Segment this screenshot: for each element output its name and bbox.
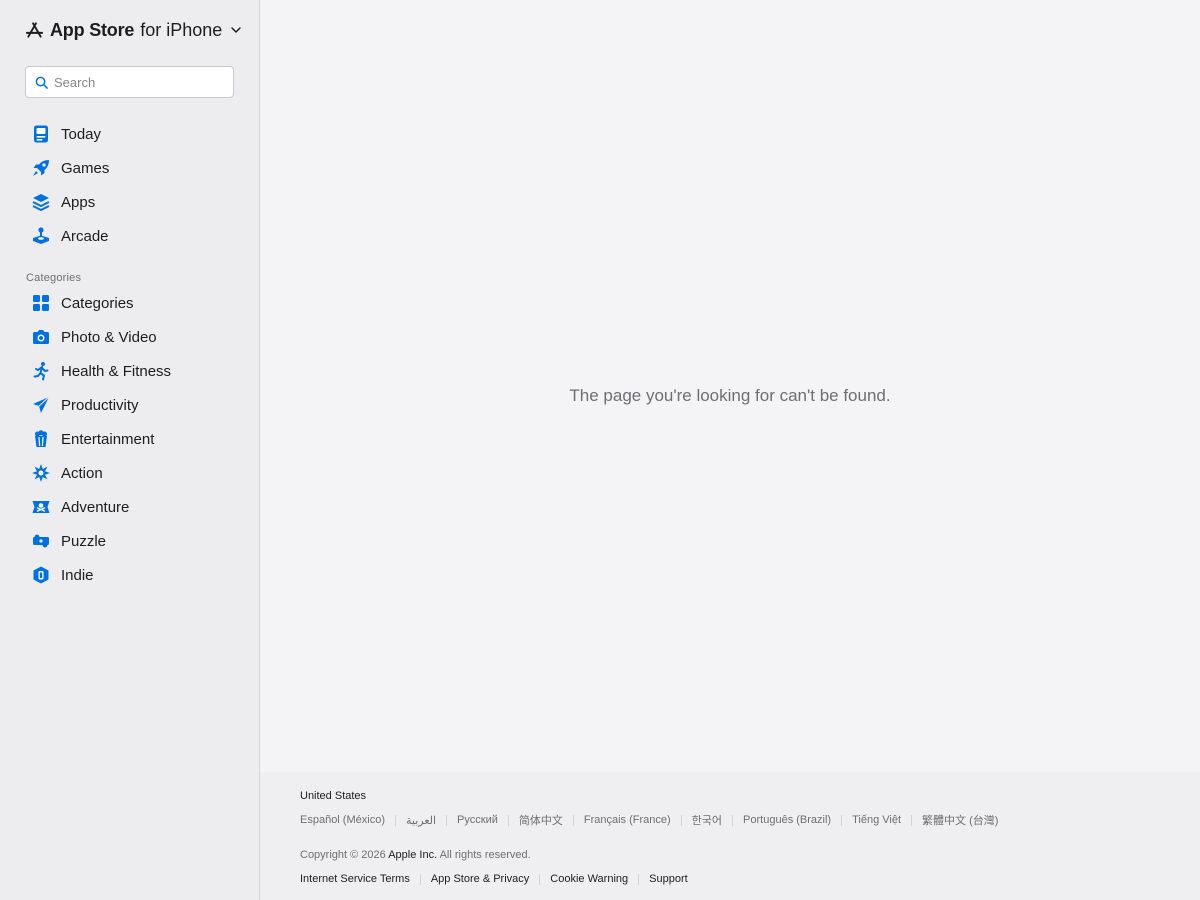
company-link[interactable]: Apple Inc. xyxy=(388,849,437,861)
joystick-icon xyxy=(31,226,51,246)
language-link[interactable]: Português (Brazil) xyxy=(743,814,831,826)
sidebar-item-arcade[interactable]: Arcade xyxy=(25,219,245,253)
sidebar-item-label: Health & Fitness xyxy=(61,362,172,380)
puzzle-piece-icon xyxy=(31,531,51,551)
separator xyxy=(841,814,843,826)
language-link[interactable]: Français (France) xyxy=(584,814,671,826)
app-store-privacy-link[interactable]: App Store & Privacy xyxy=(431,873,529,885)
separator xyxy=(572,814,574,826)
rights-text: All rights reserved. xyxy=(439,849,531,861)
language-link[interactable]: Русский xyxy=(457,814,498,826)
separator xyxy=(446,814,448,826)
camera-icon xyxy=(31,327,51,347)
main-nav: Today Games Apps Arcade xyxy=(25,117,245,253)
brand-name: App Store xyxy=(50,19,135,40)
sidebar-item-today[interactable]: Today xyxy=(25,117,245,151)
grid-icon xyxy=(31,293,51,313)
language-link[interactable]: العربية xyxy=(406,814,436,827)
sidebar-item-puzzle[interactable]: Puzzle xyxy=(25,524,245,558)
country-link[interactable]: United States xyxy=(300,790,366,802)
sidebar-item-label: Categories xyxy=(61,294,134,312)
sidebar-item-label: Today xyxy=(61,125,102,143)
sidebar-item-adventure[interactable]: Adventure xyxy=(25,490,245,524)
separator xyxy=(680,814,682,826)
language-link[interactable]: 繁體中文 (台灣) xyxy=(922,812,998,828)
language-link[interactable]: 简体中文 xyxy=(519,812,563,828)
sidebar-item-label: Entertainment xyxy=(61,430,155,448)
separator xyxy=(539,873,541,885)
sidebar-item-label: Games xyxy=(61,159,110,177)
sidebar-item-label: Adventure xyxy=(61,498,130,516)
rocket-icon xyxy=(31,158,51,178)
app-store-logo-icon xyxy=(25,21,44,38)
separator xyxy=(911,814,913,826)
language-link[interactable]: Español (México) xyxy=(300,814,385,826)
sidebar-item-categories[interactable]: Categories xyxy=(25,286,245,320)
paper-plane-icon xyxy=(31,395,51,415)
sidebar-item-label: Arcade xyxy=(61,227,109,245)
categories-heading: Categories xyxy=(26,272,82,284)
cookie-warning-link[interactable]: Cookie Warning xyxy=(550,873,628,885)
copyright: Copyright © 2026 Apple Inc. All rights r… xyxy=(300,849,531,861)
not-found-message: The page you're looking for can't be fou… xyxy=(569,386,891,405)
popcorn-icon xyxy=(31,429,51,449)
today-icon xyxy=(31,124,51,144)
sidebar-item-label: Puzzle xyxy=(61,532,107,550)
sidebar-item-label: Productivity xyxy=(61,396,139,414)
separator xyxy=(394,814,396,826)
sidebar-item-apps[interactable]: Apps xyxy=(25,185,245,219)
separator xyxy=(507,814,509,826)
footer: United States Español (México) العربية Р… xyxy=(260,772,1200,900)
pirate-flag-icon xyxy=(31,497,51,517)
support-link[interactable]: Support xyxy=(649,873,688,885)
separator xyxy=(732,814,734,826)
sidebar-item-photo-video[interactable]: Photo & Video xyxy=(25,320,245,354)
separator xyxy=(638,873,640,885)
search-box[interactable] xyxy=(25,66,234,98)
sidebar-item-label: Indie xyxy=(61,566,94,584)
burst-icon xyxy=(31,463,51,483)
sidebar-item-games[interactable]: Games xyxy=(25,151,245,185)
sidebar-item-indie[interactable]: Indie xyxy=(25,558,245,592)
platform-label: for iPhone xyxy=(140,19,223,40)
indie-cube-icon xyxy=(31,565,51,585)
sidebar-item-label: Apps xyxy=(61,193,96,211)
sidebar-item-label: Action xyxy=(61,464,103,482)
categories-nav: Categories Photo & Video Health & Fitnes… xyxy=(25,286,245,592)
sidebar-item-health-fitness[interactable]: Health & Fitness xyxy=(25,354,245,388)
legal-links: Internet Service Terms App Store & Priva… xyxy=(300,873,688,885)
search-icon xyxy=(35,76,48,89)
chevron-down-icon xyxy=(231,27,242,33)
copyright-prefix: Copyright © 2026 xyxy=(300,849,386,861)
platform-switcher[interactable]: App Store for iPhone xyxy=(25,18,242,42)
running-figure-icon xyxy=(31,361,51,381)
language-link[interactable]: 한국어 xyxy=(692,812,722,828)
search-input[interactable] xyxy=(54,74,224,90)
internet-service-terms-link[interactable]: Internet Service Terms xyxy=(300,873,410,885)
sidebar-item-entertainment[interactable]: Entertainment xyxy=(25,422,245,456)
language-link[interactable]: Tiếng Việt xyxy=(852,814,901,826)
sidebar: App Store for iPhone Today Games xyxy=(0,0,260,900)
separator xyxy=(419,873,421,885)
language-list: Español (México) العربية Русский 简体中文 Fr… xyxy=(300,812,998,828)
layers-icon xyxy=(31,192,51,212)
sidebar-item-label: Photo & Video xyxy=(61,328,157,346)
sidebar-item-action[interactable]: Action xyxy=(25,456,245,490)
sidebar-item-productivity[interactable]: Productivity xyxy=(25,388,245,422)
